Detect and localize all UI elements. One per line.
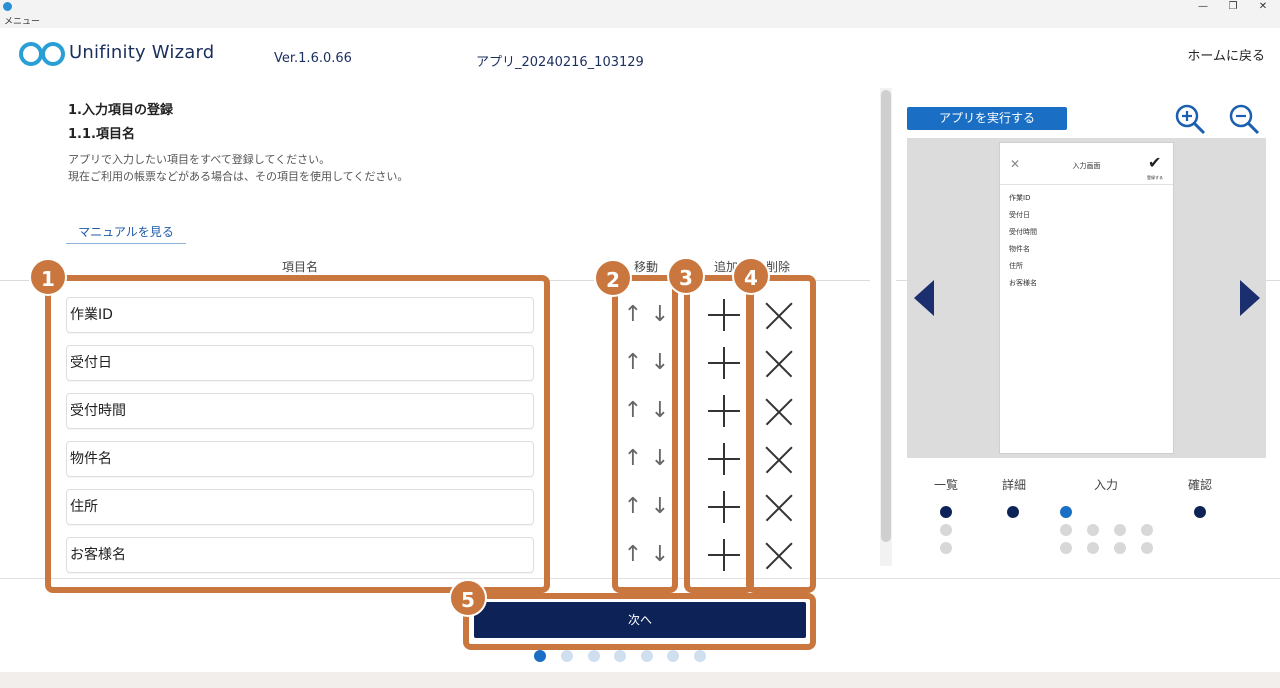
- zoom-in-icon[interactable]: [1173, 102, 1207, 136]
- screen-dot[interactable]: [1194, 506, 1206, 518]
- callout-box-4: [746, 275, 816, 593]
- callout-badge-2: 2: [594, 259, 632, 297]
- screen-dot-active[interactable]: [1060, 506, 1072, 518]
- screen-dot[interactable]: [1087, 524, 1099, 536]
- column-header-move: 移動: [634, 260, 659, 274]
- callout-box-5: [463, 593, 816, 650]
- phone-list-item: 受付時間: [1009, 228, 1037, 236]
- section-subtitle: 1.1.項目名: [68, 127, 135, 142]
- callout-badge-5: 5: [449, 579, 487, 617]
- callout-badge-3: 3: [667, 257, 705, 295]
- step-indicator-dot: [641, 650, 653, 662]
- phone-list-item: 作業ID: [1009, 194, 1031, 202]
- callout-box-2: [612, 275, 678, 593]
- step-indicator-dot: [588, 650, 600, 662]
- manual-link[interactable]: マニュアルを見る: [66, 222, 186, 244]
- step-indicator-dot: [667, 650, 679, 662]
- run-app-button[interactable]: アプリを実行する: [907, 107, 1067, 130]
- description-line-1: アプリで入力したい項目をすべて登録してください。: [68, 153, 331, 166]
- section-title: 1.入力項目の登録: [68, 103, 173, 118]
- callout-badge-1: 1: [29, 258, 67, 296]
- zoom-out-icon[interactable]: [1227, 102, 1261, 136]
- scrollbar-thumb[interactable]: [881, 90, 891, 542]
- screen-dot[interactable]: [1060, 542, 1072, 554]
- maximize-button[interactable]: ❐: [1218, 0, 1248, 14]
- screen-dot[interactable]: [1087, 542, 1099, 554]
- unifinity-logo-icon: [19, 42, 65, 66]
- screen-dot[interactable]: [940, 506, 952, 518]
- screen-dot[interactable]: [1141, 542, 1153, 554]
- step-indicator-dot: [534, 650, 546, 662]
- callout-box-1: [45, 275, 550, 593]
- callout-box-3: [684, 275, 754, 593]
- screen-label-list: 一覧: [934, 478, 959, 492]
- footer-bar: [0, 672, 1280, 688]
- home-link[interactable]: ホームに戻る: [1187, 45, 1265, 64]
- window-titlebar: メニュー — ❐ ✕: [0, 0, 1280, 28]
- preview-prev-arrow-icon[interactable]: [914, 280, 934, 316]
- phone-list-item: 住所: [1009, 262, 1023, 270]
- phone-header: ✕ 入力画面 ✔ 登録する: [1000, 143, 1173, 185]
- phone-confirm-label: 登録する: [1147, 175, 1163, 180]
- phone-list-item: お客様名: [1009, 279, 1037, 287]
- screen-label-detail: 詳細: [1002, 478, 1027, 492]
- preview-next-arrow-icon[interactable]: [1240, 280, 1260, 316]
- step-indicator-dot: [694, 650, 706, 662]
- callout-badge-4: 4: [732, 257, 770, 295]
- step-indicator-dot: [614, 650, 626, 662]
- screen-dot[interactable]: [940, 524, 952, 536]
- phone-list-item: 受付日: [1009, 211, 1030, 219]
- minimize-button[interactable]: —: [1188, 0, 1218, 14]
- screen-label-confirm: 確認: [1188, 478, 1213, 492]
- screen-dot[interactable]: [1141, 524, 1153, 536]
- step-indicator-dot: [561, 650, 573, 662]
- window-title: メニュー: [4, 17, 41, 27]
- phone-list-item: 物件名: [1009, 245, 1030, 253]
- screen-dot[interactable]: [1060, 524, 1072, 536]
- brand-name: Unifinity Wizard: [69, 42, 215, 63]
- screen-dot[interactable]: [1114, 542, 1126, 554]
- close-window-button[interactable]: ✕: [1248, 0, 1278, 14]
- phone-preview: ✕ 入力画面 ✔ 登録する 作業ID 受付日 受付時間 物件名 住所 お客様名: [999, 142, 1174, 454]
- phone-check-icon: ✔: [1148, 153, 1162, 172]
- version-label: Ver.1.6.0.66: [274, 51, 352, 66]
- app-name-label: アプリ_20240216_103129: [476, 55, 644, 70]
- screen-dot[interactable]: [1007, 506, 1019, 518]
- screen-label-input: 入力: [1094, 478, 1119, 492]
- description-line-2: 現在ご利用の帳票などがある場合は、その項目を使用してください。: [68, 170, 409, 183]
- screen-dot[interactable]: [940, 542, 952, 554]
- screen-dot[interactable]: [1114, 524, 1126, 536]
- column-header-item-name: 項目名: [282, 260, 319, 274]
- app-icon: [3, 2, 12, 11]
